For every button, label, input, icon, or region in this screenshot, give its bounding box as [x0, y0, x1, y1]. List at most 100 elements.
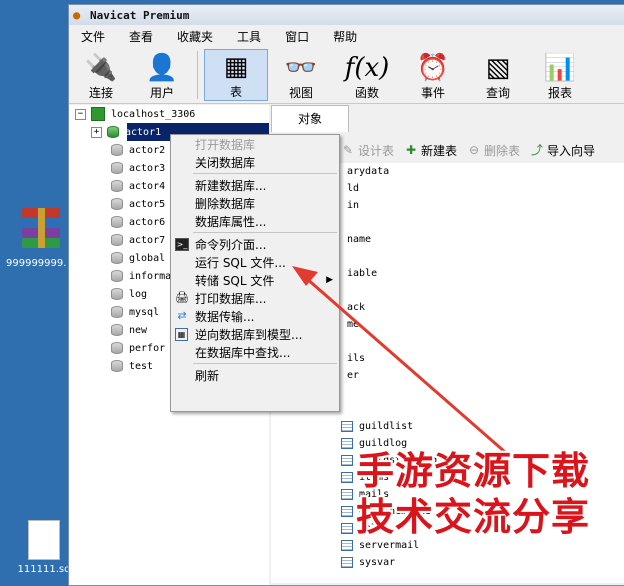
file-icon — [28, 520, 60, 560]
add-icon: ✚ — [405, 143, 417, 157]
collapse-icon[interactable]: − — [75, 108, 86, 120]
window-title: Navicat Premium — [90, 8, 190, 22]
user-button[interactable]: 👤 用户 — [133, 49, 191, 101]
menu-tools[interactable]: 工具 — [225, 28, 273, 45]
new-table-button[interactable]: ✚ 新建表 — [404, 142, 457, 159]
menu-favorites[interactable]: 收藏夹 — [165, 28, 225, 45]
database-icon — [111, 252, 123, 264]
menu-item-dump-sql-file[interactable]: 转储 SQL 文件 ▶ — [171, 271, 339, 289]
menu-item-label: 在数据库中查找... — [195, 345, 291, 360]
table-icon: ▦ — [223, 52, 249, 82]
toolbar-divider — [197, 51, 198, 99]
table-icon — [341, 540, 353, 551]
table-name: sysvar — [359, 557, 396, 568]
table-name: ils — [347, 353, 366, 364]
menu-item-label: 打印数据库... — [195, 291, 267, 306]
menu-item-print-database[interactable]: 🖨 打印数据库... — [171, 289, 339, 307]
menu-item-refresh[interactable]: 刷新 — [171, 366, 339, 384]
table-icon — [341, 421, 353, 432]
query-icon: ▧ — [485, 53, 511, 83]
report-icon: 📊 — [543, 53, 577, 83]
database-icon — [111, 234, 123, 246]
report-button[interactable]: 📊 报表 — [530, 49, 590, 101]
menu-item-run-sql-file[interactable]: 运行 SQL 文件... — [171, 253, 339, 271]
printer-icon: 🖨 — [175, 291, 189, 304]
menu-file[interactable]: 文件 — [69, 28, 117, 45]
menu-item-new-database[interactable]: 新建数据库... — [171, 176, 339, 194]
menu-item-label: 转储 SQL 文件 — [195, 273, 275, 288]
database-icon — [111, 270, 123, 282]
winrar-desktop-icon[interactable]: 999999999. — [6, 208, 70, 269]
menu-window[interactable]: 窗口 — [273, 28, 321, 45]
table-name: in — [347, 200, 360, 211]
delete-table-label: 删除表 — [484, 143, 521, 158]
model-icon: ▦ — [175, 328, 188, 341]
expand-icon[interactable]: + — [91, 126, 102, 138]
db-label: new — [129, 324, 148, 336]
import-icon: ⤴ — [531, 143, 544, 157]
view-label: 视图 — [288, 86, 313, 100]
database-icon — [111, 216, 123, 228]
menu-item-find-in-database[interactable]: 在数据库中查找... — [171, 343, 339, 361]
connection-icon — [91, 107, 105, 121]
db-label: test — [129, 360, 154, 372]
tab-objects[interactable]: 对象 — [271, 105, 349, 132]
menu-view[interactable]: 查看 — [117, 28, 165, 45]
table-name: iable — [347, 268, 378, 279]
menu-item-label: 命令列介面... — [195, 237, 267, 252]
menu-item-console[interactable]: >_ 命令列介面... — [171, 235, 339, 253]
menu-item-delete-database[interactable]: 删除数据库 — [171, 194, 339, 212]
watermark: 手游资源下载 技术交流分享 — [328, 448, 618, 540]
list-item[interactable]: sysvar — [271, 554, 624, 571]
delete-table-button[interactable]: ⊖ 删除表 — [467, 142, 520, 159]
function-icon: f(x) — [344, 53, 390, 83]
menu-item-label: 关闭数据库 — [195, 155, 256, 170]
menu-item-label: 数据传输... — [195, 309, 255, 324]
import-wizard-label: 导入向导 — [547, 143, 596, 158]
menu-item-data-transfer[interactable]: ⇄ 数据传输... — [171, 307, 339, 325]
user-icon: 👤 — [145, 53, 179, 83]
menu-item-open-database[interactable]: 打开数据库 — [171, 135, 339, 153]
menu-item-reverse-to-model[interactable]: ▦ 逆向数据库到模型... — [171, 325, 339, 343]
db-label: global — [129, 252, 166, 264]
table-name: servermail — [359, 540, 420, 551]
menu-item-label: 删除数据库 — [195, 196, 256, 211]
function-label: 函数 — [354, 86, 379, 100]
delete-icon: ⊖ — [469, 143, 480, 157]
view-button[interactable]: 👓 视图 — [268, 49, 334, 101]
database-icon — [111, 144, 123, 156]
db-label: actor2 — [129, 144, 166, 156]
menu-help[interactable]: 帮助 — [321, 28, 369, 45]
table-button[interactable]: ▦ 表 — [204, 49, 268, 101]
event-button[interactable]: ⏰ 事件 — [400, 49, 466, 101]
list-item[interactable]: guildlist — [271, 418, 624, 435]
menu-separator — [193, 232, 337, 233]
db-label: perfor — [129, 342, 166, 354]
submenu-arrow-icon: ▶ — [326, 275, 333, 285]
connect-label: 连接 — [88, 86, 113, 100]
menu-item-close-database[interactable]: 关闭数据库 — [171, 153, 339, 171]
watermark-line-1: 手游资源下载 — [355, 449, 590, 493]
function-button[interactable]: f(x) 函数 — [334, 49, 400, 101]
connect-button[interactable]: 🔌 连接 — [69, 49, 133, 101]
design-table-button[interactable]: ✎ 设计表 — [341, 142, 394, 159]
import-wizard-button[interactable]: ⤴ 导入向导 — [530, 142, 595, 159]
sql-file-desktop-icon[interactable]: 111111.sq — [14, 520, 74, 575]
db-label: actor3 — [129, 162, 166, 174]
query-label: 查询 — [485, 86, 510, 100]
winrar-file-label: 999999999. — [6, 258, 67, 269]
menu-item-label: 刷新 — [195, 368, 220, 383]
console-icon: >_ — [175, 238, 189, 251]
transfer-icon: ⇄ — [177, 309, 187, 322]
database-icon — [111, 180, 123, 192]
database-context-menu: 打开数据库 关闭数据库 新建数据库... 删除数据库 数据库属性... >_ 命令… — [170, 134, 340, 412]
database-icon — [111, 324, 123, 336]
query-button[interactable]: ▧ 查询 — [466, 49, 530, 101]
title-bar[interactable]: ● Navicat Premium — [69, 5, 624, 25]
menu-item-database-properties[interactable]: 数据库属性... — [171, 212, 339, 230]
database-icon — [111, 306, 123, 318]
tree-connection[interactable]: − localhost_3306 — [69, 105, 269, 123]
db-label: actor5 — [129, 198, 166, 210]
db-label: actor1 — [125, 126, 162, 138]
clock-icon: ⏰ — [416, 53, 450, 83]
